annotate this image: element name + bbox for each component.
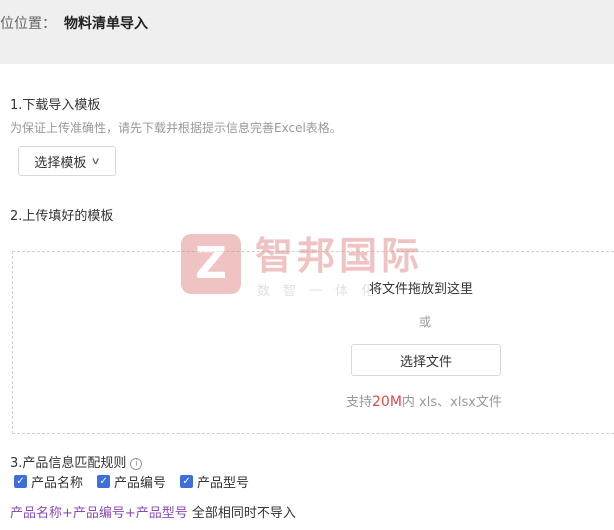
checkbox-label: 产品名称 [31, 476, 84, 491]
select-template-button[interactable]: 选择模板 ∨ [18, 146, 116, 176]
watermark-name: 智邦国际 [255, 234, 424, 278]
info-icon[interactable]: i [130, 458, 143, 470]
checkbox-label: 产品型号 [197, 476, 250, 491]
select-file-label: 选择文件 [399, 354, 452, 370]
step3-title: 3.产品信息匹配规则 [10, 456, 127, 471]
rule-combo: 产品名称+产品编号+产品型号 [10, 506, 188, 521]
rule-text: 全部相同时不导入 [187, 506, 296, 521]
step2-title: 2.上传填好的模板 [10, 209, 114, 224]
support-info: 支持20M内 xls、xlsx文件 [346, 391, 502, 410]
breadcrumb: 位位置： 物料清单导入 [0, 13, 148, 33]
select-template-label: 选择模板 [34, 155, 87, 171]
step1-hint: 为保证上传准确性，请先下载并根据提示信息完善Excel表格。 [10, 121, 342, 135]
step3-title-row: 3.产品信息匹配规则 i [10, 452, 143, 471]
checkbox-label: 产品编号 [114, 476, 167, 491]
breadcrumb-prefix: 位位置： [0, 16, 56, 32]
checkbox-product-name[interactable]: ✓ 产品名称 [14, 472, 83, 491]
checkbox-product-model[interactable]: ✓ 产品型号 [180, 472, 249, 491]
checkbox-checked-icon[interactable]: ✓ [14, 475, 27, 488]
dropzone-text: 将文件拖放到这里 [369, 282, 474, 297]
checkbox-product-code[interactable]: ✓ 产品编号 [97, 472, 166, 491]
checkbox-checked-icon[interactable]: ✓ [180, 475, 194, 488]
watermark-subtitle: 数智一体化 [257, 284, 388, 299]
support-suffix: 内 xls、xlsx文件 [401, 395, 502, 410]
dropzone-or: 或 [419, 315, 432, 329]
support-prefix: 支持 [346, 395, 373, 410]
select-file-button[interactable]: 选择文件 [351, 344, 501, 376]
page-header: 位位置： 物料清单导入 [0, 0, 614, 64]
chevron-down-icon: ∨ [90, 155, 102, 167]
match-rule-description: 产品名称+产品编号+产品型号 全部相同时不导入 [10, 502, 296, 521]
support-size: 20M [372, 394, 402, 410]
watermark-logo: Z [181, 234, 241, 294]
breadcrumb-current: 物料清单导入 [64, 16, 148, 32]
checkbox-checked-icon[interactable]: ✓ [97, 475, 111, 488]
step1-title: 1.下载导入模板 [10, 98, 101, 113]
match-rule-checkboxes: ✓ 产品名称 ✓ 产品编号 ✓ 产品型号 [14, 472, 249, 491]
